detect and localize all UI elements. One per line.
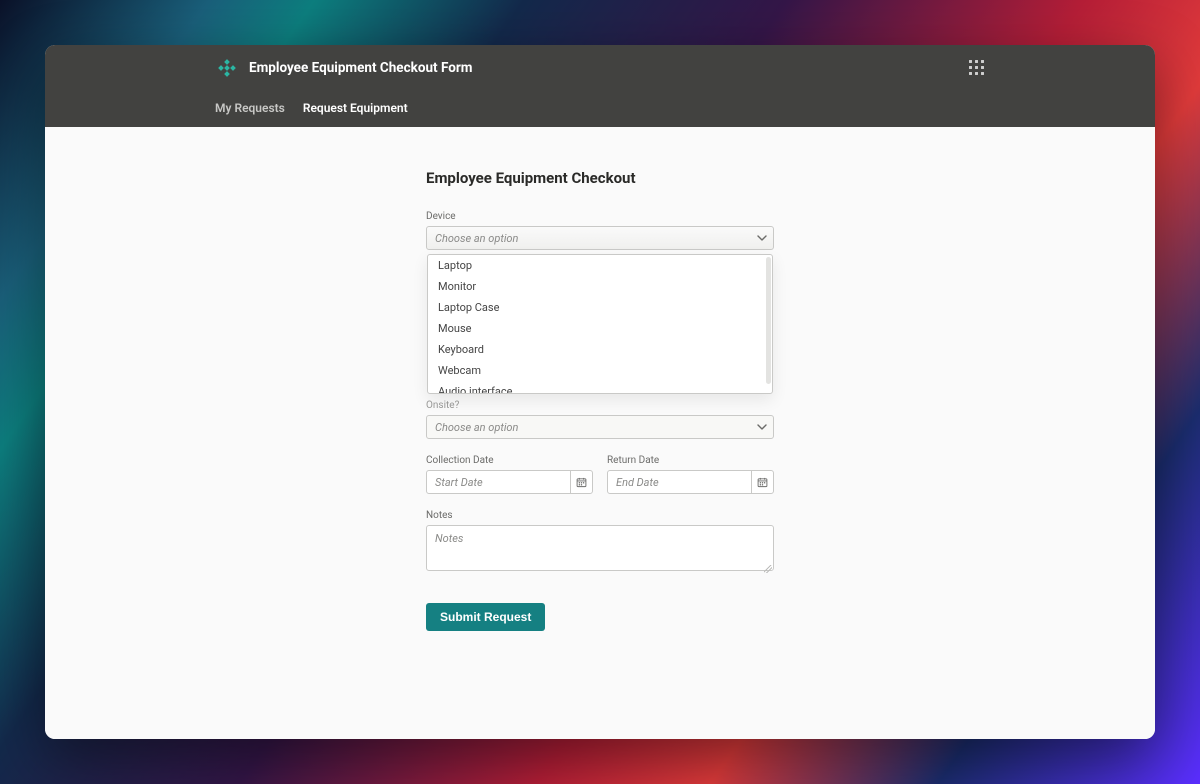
device-option-monitor[interactable]: Monitor (428, 276, 772, 297)
page-title: Employee Equipment Checkout (426, 169, 774, 187)
calendar-icon[interactable] (570, 471, 592, 493)
nav-my-requests[interactable]: My Requests (215, 101, 285, 115)
resize-handle-icon[interactable] (764, 565, 772, 573)
device-label: Device (426, 211, 774, 222)
form: Employee Equipment Checkout Device Choos… (426, 169, 774, 631)
content: Employee Equipment Checkout Device Choos… (45, 127, 1155, 739)
chevron-down-icon (757, 422, 767, 432)
dropdown-scrollbar[interactable] (766, 257, 771, 384)
nav: My Requests Request Equipment (215, 91, 1155, 127)
calendar-icon[interactable] (751, 471, 773, 493)
device-dropdown: Laptop Monitor Laptop Case Mouse Keyboar… (427, 254, 773, 394)
chevron-down-icon (757, 233, 767, 243)
app-title: Employee Equipment Checkout Form (249, 60, 472, 76)
return-date-input[interactable]: End Date (607, 470, 774, 494)
device-option-keyboard[interactable]: Keyboard (428, 339, 772, 360)
device-option-laptop[interactable]: Laptop (428, 255, 772, 276)
device-select[interactable]: Choose an option Laptop Monitor Laptop C… (426, 226, 774, 250)
field-collection-date: Collection Date Start Date (426, 455, 593, 494)
field-device: Device Choose an option Laptop Monitor L… (426, 211, 774, 250)
collection-date-label: Collection Date (426, 455, 593, 466)
field-onsite: Onsite? Choose an option (426, 400, 774, 439)
return-date-label: Return Date (607, 455, 774, 466)
nav-request-equipment[interactable]: Request Equipment (303, 101, 408, 115)
onsite-label: Onsite? (426, 400, 774, 411)
field-notes: Notes (426, 510, 774, 575)
device-option-laptop-case[interactable]: Laptop Case (428, 297, 772, 318)
notes-label: Notes (426, 510, 774, 521)
submit-button[interactable]: Submit Request (426, 603, 545, 631)
onsite-select-placeholder: Choose an option (435, 421, 518, 434)
date-row: Collection Date Start Date Return Date E… (426, 455, 774, 494)
titlebar-inner: Employee Equipment Checkout Form (45, 45, 1155, 91)
apps-grid-icon[interactable] (969, 60, 985, 76)
collection-date-placeholder: Start Date (435, 476, 483, 489)
logo-icon (215, 56, 239, 80)
titlebar: Employee Equipment Checkout Form My Requ… (45, 45, 1155, 127)
brand: Employee Equipment Checkout Form (215, 56, 472, 80)
app-window: Employee Equipment Checkout Form My Requ… (45, 45, 1155, 739)
field-return-date: Return Date End Date (607, 455, 774, 494)
device-option-audio-interface[interactable]: Audio interface (428, 381, 772, 394)
notes-textarea[interactable] (426, 525, 774, 571)
return-date-placeholder: End Date (616, 476, 659, 489)
device-select-placeholder: Choose an option (435, 232, 518, 245)
device-option-mouse[interactable]: Mouse (428, 318, 772, 339)
onsite-select[interactable]: Choose an option (426, 415, 774, 439)
device-option-webcam[interactable]: Webcam (428, 360, 772, 381)
collection-date-input[interactable]: Start Date (426, 470, 593, 494)
